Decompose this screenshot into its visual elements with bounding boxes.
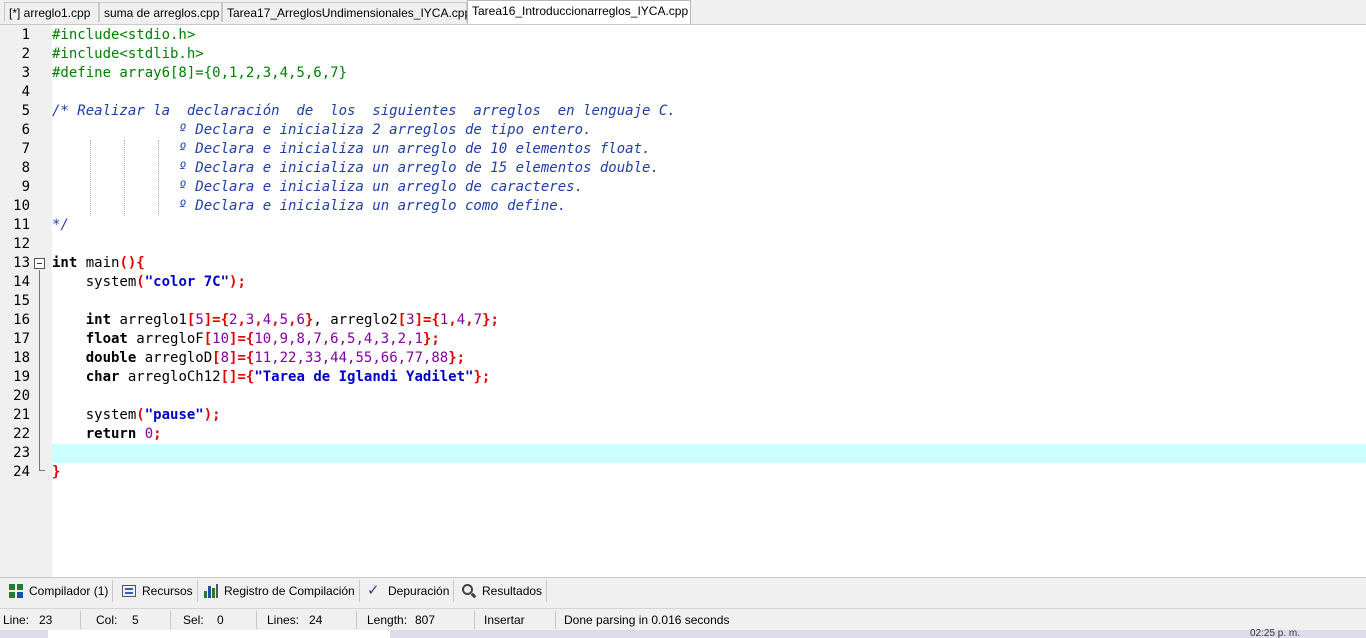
line-number: 13 (13, 255, 30, 271)
tab-label: Resultados (482, 584, 543, 598)
code-area[interactable]: #include<stdio.h> #include<stdlib.h> #de… (52, 25, 1366, 577)
line-number: 5 (21, 103, 30, 119)
code-line-8: º Declara e inicializa un arreglo de 15 … (52, 160, 659, 176)
code-line-1: #include<stdio.h> (52, 27, 196, 43)
line-number: 23 (13, 445, 30, 461)
status-message: Done parsing in 0.016 seconds (564, 613, 730, 627)
status-sel-label: Sel: (183, 613, 204, 627)
line-number: 10 (13, 198, 30, 214)
code-line-17: float arregloF[10]={10,9,8,7,6,5,4,3,2,1… (52, 331, 440, 347)
code-line-14: system("color 7C"); (52, 274, 246, 290)
line-number: 6 (21, 122, 30, 138)
line-number: 7 (21, 141, 30, 157)
line-number: 16 (13, 312, 30, 328)
status-line-label: Line: (3, 613, 30, 627)
tab-label: Registro de Compilación (224, 584, 355, 598)
bar-chart-icon (203, 583, 219, 599)
status-bar: Line: 23 Col: 5 Sel: 0 Lines: 24 Length:… (0, 608, 1366, 630)
line-number: 1 (21, 27, 30, 43)
line-number: 22 (13, 426, 30, 442)
tab-resultados[interactable]: Resultados (457, 580, 548, 602)
line-number: 20 (13, 388, 30, 404)
status-divider (80, 611, 81, 629)
taskbar: 02:25 p. m. (0, 628, 1366, 638)
line-number: 12 (13, 236, 30, 252)
line-number: 3 (21, 65, 30, 81)
code-line-21: system("pause"); (52, 407, 221, 423)
taskbar-clock: 02:25 p. m. (1250, 628, 1301, 638)
code-line-23-current (52, 444, 1366, 463)
status-divider (474, 611, 475, 629)
code-line-2: #include<stdlib.h> (52, 46, 204, 62)
tab-recursos[interactable]: Recursos (117, 580, 198, 602)
code-editor[interactable]: 1 2 3 4 5 6 7 8 9 10 11 12 13 14 15 16 1… (0, 24, 1366, 578)
line-number: 9 (21, 179, 30, 195)
status-lines-value: 24 (309, 613, 323, 627)
code-line-19: char arregloCh12[]={"Tarea de Iglandi Ya… (52, 369, 491, 385)
tab-compilador[interactable]: Compilador (1) (4, 580, 114, 602)
tab-registro-compilacion[interactable]: Registro de Compilación (199, 580, 360, 602)
checkmark-icon: ✓ (367, 582, 380, 599)
fold-collapse-icon[interactable] (34, 258, 45, 269)
code-line-18: double arregloD[8]={11,22,33,44,55,66,77… (52, 350, 466, 366)
line-number-gutter: 1 2 3 4 5 6 7 8 9 10 11 12 13 14 15 16 1… (0, 25, 52, 577)
code-line-22: return 0; (52, 426, 162, 442)
bottom-panel-tabs: Compilador (1) Recursos Registro de Comp… (0, 579, 1366, 603)
status-divider (356, 611, 357, 629)
fold-guide-line (39, 270, 40, 470)
status-line-value: 23 (39, 613, 53, 627)
tab-label: Recursos (142, 584, 193, 598)
code-line-6: º Declara e inicializa 2 arreglos de tip… (52, 122, 592, 138)
tab-tarea17[interactable]: Tarea17_ArreglosUndimensionales_IYCA.cpp (222, 2, 471, 22)
tab-label: Depuración (388, 584, 450, 598)
resources-icon (121, 583, 137, 599)
code-line-10: º Declara e inicializa un arreglo como d… (52, 198, 567, 214)
fold-end-marker (39, 470, 45, 471)
line-number: 18 (13, 350, 30, 366)
status-length-label: Length: (367, 613, 408, 627)
line-number: 15 (13, 293, 30, 309)
code-line-24: } (52, 464, 61, 480)
line-number: 11 (13, 217, 30, 233)
tab-suma-de-arreglos[interactable]: suma de arreglos.cpp (99, 2, 222, 22)
line-number: 24 (13, 464, 30, 480)
tab-tarea16[interactable]: Tarea16_Introduccionarreglos_IYCA.cpp (467, 0, 691, 24)
status-col-value: 5 (132, 613, 139, 627)
status-sel-value: 0 (217, 613, 224, 627)
code-line-11: */ (52, 217, 69, 233)
status-col-label: Col: (96, 613, 118, 627)
status-divider (555, 611, 556, 629)
status-length-value: 807 (415, 613, 436, 627)
status-divider (170, 611, 171, 629)
line-number: 4 (21, 84, 30, 100)
line-number: 14 (13, 274, 30, 290)
line-number: 21 (13, 407, 30, 423)
line-number: 17 (13, 331, 30, 347)
line-number: 8 (21, 160, 30, 176)
code-line-13: int main(){ (52, 255, 145, 271)
line-number: 19 (13, 369, 30, 385)
tab-arreglo1[interactable]: [*] arreglo1.cpp (4, 2, 99, 22)
code-line-16: int arreglo1[5]={2,3,4,5,6}, arreglo2[3]… (52, 312, 499, 328)
code-line-7: º Declara e inicializa un arreglo de 10 … (52, 141, 651, 157)
search-results-icon (461, 583, 477, 599)
code-line-5: /* Realizar la declaración de los siguie… (52, 103, 676, 119)
status-lines-label: Lines: (267, 613, 300, 627)
file-tab-bar: [*] arreglo1.cpp suma de arreglos.cpp Ta… (0, 0, 1366, 24)
tab-depuracion[interactable]: ✓ Depuración (363, 580, 455, 602)
code-line-9: º Declara e inicializa un arreglo de car… (52, 179, 584, 195)
status-divider (256, 611, 257, 629)
line-number: 2 (21, 46, 30, 62)
tab-label: Compilador (1) (29, 584, 109, 598)
status-insert-mode: Insertar (484, 613, 525, 627)
compiler-grid-icon (8, 583, 24, 599)
taskbar-search-box[interactable] (48, 630, 390, 638)
code-line-3: #define array6[8]={0,1,2,3,4,5,6,7} (52, 65, 348, 81)
